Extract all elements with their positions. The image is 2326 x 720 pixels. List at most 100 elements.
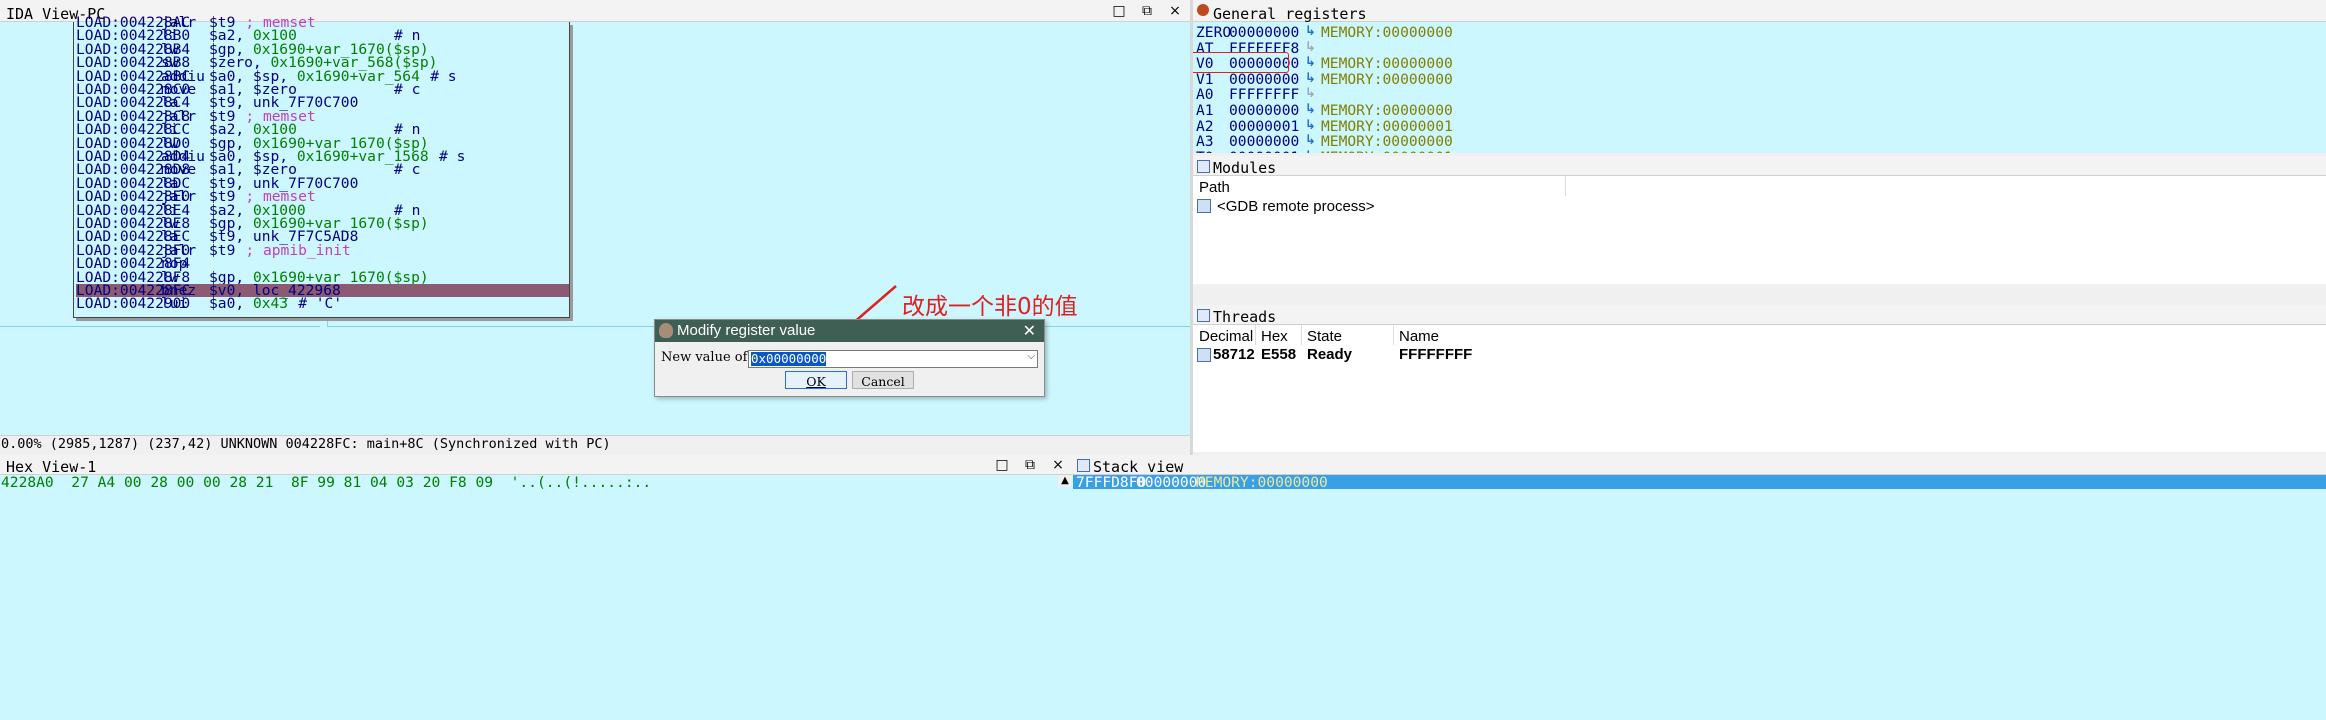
stack-view-content[interactable]: 7FFFD8F0 00000000 MEMORY:00000000 [1073,475,2326,720]
restore-icon[interactable]: □ [993,457,1011,473]
register-name: A2 [1196,117,1214,135]
vertical-splitter[interactable] [1190,0,1193,455]
jump-arrow-icon[interactable]: ↳ [1305,86,1316,101]
code-mnemonic: lui [161,295,188,313]
col-divider [1393,325,1394,345]
modify-register-dialog[interactable]: Modify register value ✕ New value of V0 … [654,319,1045,397]
dialog-title: Modify register value [677,322,816,339]
graph-edge-stub [327,318,328,326]
jump-arrow-icon[interactable]: ↳ [1305,40,1316,55]
register-value-text: 0x00000000 [751,351,827,366]
threads-title: Threads [1213,308,1277,326]
threads-icon [1197,309,1210,322]
stack-view-titlebar[interactable]: Stack view [1073,455,2326,476]
register-value[interactable]: 00000000 [1229,24,1299,41]
ida-status-bar: 0.00% (2985,1287) (237,42) UNKNOWN 00422… [0,435,1190,452]
register-memory-ref[interactable]: MEMORY:00000000 [1321,133,1453,150]
bug-icon [1197,4,1209,16]
hex-view-content[interactable]: 4228A0 27 A4 00 28 00 00 28 21 8F 99 81 … [0,475,1073,720]
threads-col-name: Name [1399,328,1440,345]
module-path: <GDB remote process> [1217,197,1375,215]
threads-titlebar[interactable]: Threads [1193,305,2326,326]
jump-arrow-icon[interactable]: ↳ [1305,71,1316,86]
hex-line: 4228A0 27 A4 00 28 00 00 28 21 8F 99 81 … [1,475,652,491]
threads-col-decimal: Decimal [1199,328,1254,345]
modules-icon [1197,160,1210,173]
register-memory-ref[interactable]: MEMORY:00000001 [1321,118,1453,135]
jump-arrow-icon[interactable]: ↳ [1305,102,1316,117]
graph-edge-left [0,326,320,327]
thread-name: FFFFFFFF [1399,346,1473,363]
threads-panel[interactable]: Decimal Hex State Name 58712 E558 Ready … [1193,325,2326,452]
scroll-up-icon[interactable]: ▲ [1058,475,1072,487]
register-memory-ref[interactable]: MEMORY:00000001 [1321,149,1453,153]
annotation-text: 改成一个非0的值 [902,294,1078,320]
cancel-button-label: Cancel [861,374,905,389]
registers-panel[interactable]: ZERO 00000000 ↳ MEMORY:00000000 AT FFFFFFF8 ↳ V… [1193,22,2326,153]
jump-arrow-icon[interactable]: ↳ [1305,24,1316,39]
register-value[interactable]: 00000000 [1229,133,1299,150]
col-divider [1255,325,1256,345]
float-icon[interactable]: ⧉ [1021,457,1039,473]
code-line[interactable]: LOAD:00422900 lui $a0, 0x43 # 'C' [76,295,569,313]
code-operands-group: $t9 [209,243,235,258]
register-name: A3 [1196,133,1214,151]
code-comment: ; apmib_init [245,241,351,259]
code-operands-group: $a0, 0x43 [209,295,289,313]
registers-title: General registers [1213,5,1367,23]
register-value[interactable]: 00000001 [1229,118,1299,135]
float-icon[interactable]: ⧉ [1138,3,1156,19]
ok-button[interactable]: OK [785,371,847,389]
thread-icon [1197,348,1211,362]
modules-panel[interactable]: Path <GDB remote process> [1193,176,2326,284]
hex-view-title: Hex View-1 [6,458,97,476]
jump-arrow-icon[interactable]: ↳ [1305,149,1316,153]
code-block[interactable]: LOAD:004228AC jalr $t9; memset LOAD:004228B… [73,15,570,318]
thread-hex: E558 [1261,346,1297,363]
dialog-titlebar[interactable]: Modify register value ✕ [655,320,1044,342]
register-value[interactable]: 00000001 [1229,149,1299,153]
modules-titlebar[interactable]: Modules [1193,156,2326,177]
thread-row[interactable]: 58712 E558 Ready FFFFFFFF [1197,345,1597,363]
register-memory-ref[interactable]: MEMORY:00000000 [1321,24,1453,41]
register-value[interactable]: 00000000 [1229,102,1299,119]
dialog-close-icon[interactable]: ✕ [1023,321,1036,340]
process-icon [1197,199,1211,213]
code-comment: # c [394,161,421,179]
register-memory-ref[interactable]: MEMORY:00000000 [1321,102,1453,119]
register-value[interactable]: FFFFFFFF [1229,86,1299,103]
restore-icon[interactable]: □ [1110,3,1128,19]
modules-path-header: Path [1199,179,1230,196]
thread-state: Ready [1307,346,1353,363]
code-comment: # s [439,148,466,165]
hex-view-titlebar[interactable]: Hex View-1 □ ⧉ × [0,455,1073,476]
modules-title: Modules [1213,159,1277,177]
threads-col-hex: Hex [1261,328,1288,345]
cancel-button[interactable]: Cancel [852,371,914,389]
status-text: 0.00% (2985,1287) (237,42) UNKNOWN 00422… [1,436,611,452]
register-memory-ref[interactable]: MEMORY:00000000 [1321,55,1453,72]
col-divider [1301,325,1302,345]
threads-col-state: State [1307,328,1343,345]
jump-arrow-icon[interactable]: ↳ [1305,133,1316,148]
jump-arrow-icon[interactable]: ↳ [1305,55,1316,70]
close-icon[interactable]: × [1049,457,1067,473]
register-value[interactable]: 00000000 [1229,71,1299,88]
jump-arrow-icon[interactable]: ↳ [1305,118,1316,133]
thread-decimal: 58712 [1213,346,1255,363]
stack-icon [1077,459,1090,472]
stack-view-title: Stack view [1093,458,1184,476]
register-memory-ref[interactable]: MEMORY:00000000 [1321,71,1453,88]
register-name: V1 [1196,70,1214,88]
close-icon[interactable]: × [1166,3,1184,19]
dropdown-chevron-icon[interactable]: ⌵ [1027,351,1035,362]
code-comment: # 'C' [298,295,343,313]
code-immediate: 0x43 [252,295,289,313]
code-comment: # c [394,81,421,98]
module-row[interactable]: <GDB remote process> [1197,197,1375,215]
registers-titlebar[interactable]: General registers [1193,0,2326,23]
code-comment: # s [430,67,457,85]
register-value-input[interactable]: 0x00000000 ⌵ [748,350,1038,368]
register-name: T0 [1196,149,1214,153]
register-name: ZERO [1196,24,1232,41]
